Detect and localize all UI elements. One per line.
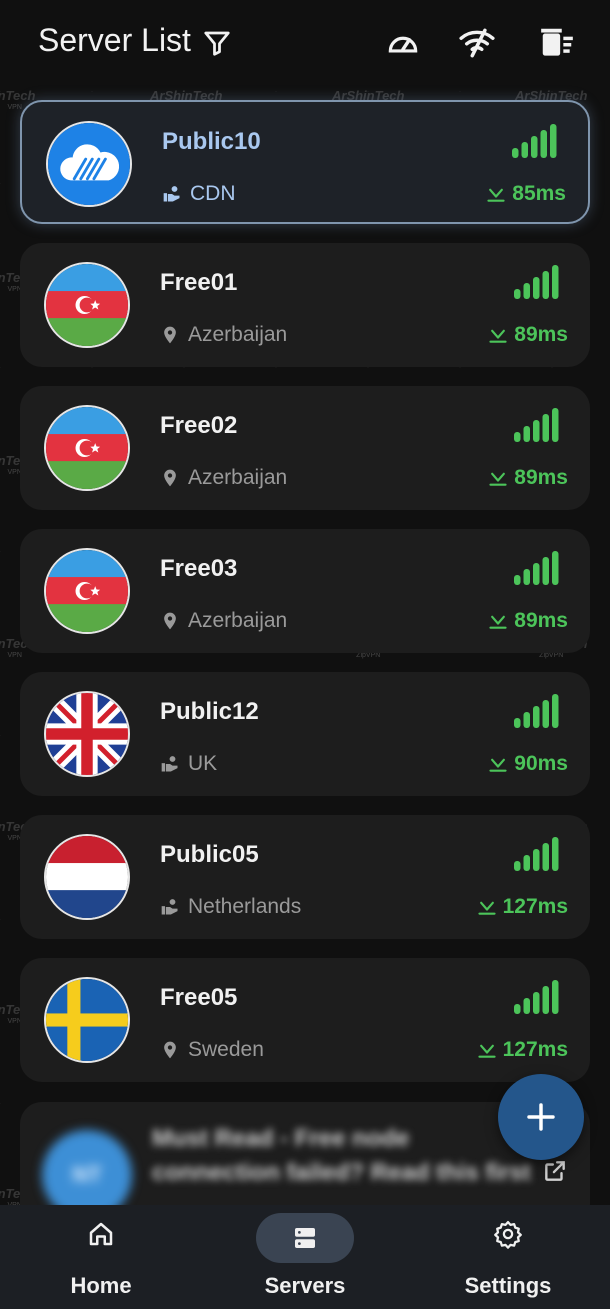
filter-icon[interactable] <box>202 28 232 58</box>
server-card-public12[interactable]: Public12 UK 90ms <box>20 672 590 796</box>
ping-arrow-icon <box>488 325 508 345</box>
server-ping: 89ms <box>488 323 568 347</box>
server-card-public05[interactable]: Public05 Netherlands 127ms <box>20 815 590 939</box>
azerbaijan-flag-icon <box>44 548 130 634</box>
server-location: UK <box>160 752 217 776</box>
uk-flag-icon <box>44 691 130 777</box>
gear-icon <box>493 1219 523 1249</box>
nav-servers-label: Servers <box>264 1273 346 1298</box>
azerbaijan-flag-icon <box>44 262 130 348</box>
server-card-public10[interactable]: Public10 CDN 85ms <box>20 100 590 224</box>
server-ping: 127ms <box>477 895 568 919</box>
server-ping: 85ms <box>486 182 566 206</box>
ping-arrow-icon <box>488 468 508 488</box>
server-name: Free03 <box>160 555 238 582</box>
servers-icon <box>290 1223 320 1253</box>
server-location-label: UK <box>188 752 218 775</box>
server-ping-value: 127ms <box>502 1038 568 1061</box>
server-ping: 89ms <box>488 609 568 633</box>
server-name: Free02 <box>160 412 238 439</box>
nav-home[interactable]: Home <box>21 1205 181 1309</box>
cloud-flag-icon <box>46 121 132 207</box>
ping-arrow-icon <box>477 1040 497 1060</box>
sweden-flag-icon <box>44 977 130 1063</box>
ping-arrow-icon <box>488 611 508 631</box>
server-ping-value: 85ms <box>512 182 566 205</box>
delete-sweep-icon <box>541 28 573 56</box>
server-card-free03[interactable]: Free03 Azerbaijan 89ms <box>20 529 590 653</box>
server-name: Public12 <box>160 698 259 725</box>
ping-arrow-icon <box>477 897 497 917</box>
server-ping: 127ms <box>477 1038 568 1062</box>
server-location-label: Azerbaijan <box>188 609 288 632</box>
ping-arrow-icon <box>486 184 506 204</box>
signal-strength-icon <box>514 408 560 442</box>
cdn-icon <box>160 754 180 774</box>
nav-servers[interactable]: Servers <box>225 1205 385 1309</box>
signal-strength-icon <box>514 551 560 585</box>
cdn-icon <box>162 184 182 204</box>
server-ping-value: 89ms <box>514 323 568 346</box>
bottom-navigation: Home Servers Settings <box>0 1205 610 1309</box>
server-location-label: Sweden <box>188 1038 264 1061</box>
nav-settings[interactable]: Settings <box>428 1205 588 1309</box>
server-location: Sweden <box>160 1038 264 1062</box>
signal-strength-icon <box>512 124 558 158</box>
signal-strength-icon <box>514 980 560 1014</box>
server-location: Azerbaijan <box>160 609 287 633</box>
signal-strength-icon <box>514 694 560 728</box>
location-pin-icon <box>160 611 180 631</box>
server-ping-value: 89ms <box>514 609 568 632</box>
server-location: CDN <box>162 182 236 206</box>
server-location: Azerbaijan <box>160 323 287 347</box>
server-ping-value: 89ms <box>514 466 568 489</box>
ping-arrow-icon <box>488 754 508 774</box>
server-card-free02[interactable]: Free02 Azerbaijan 89ms <box>20 386 590 510</box>
wifi-check-button[interactable] <box>458 24 496 62</box>
server-name: Free01 <box>160 269 238 296</box>
announcement-text: Must Read - Free node connection failed?… <box>152 1125 531 1186</box>
open-external-icon[interactable] <box>542 1158 568 1184</box>
signal-strength-icon <box>514 837 560 871</box>
page-title: Server List <box>38 22 191 58</box>
app-header: Server List <box>0 0 610 88</box>
nav-settings-label: Settings <box>464 1273 552 1298</box>
server-location-label: Netherlands <box>188 895 302 918</box>
clear-list-button[interactable] <box>538 24 576 62</box>
server-name: Public10 <box>162 128 261 155</box>
server-name: Free05 <box>160 984 238 1011</box>
add-server-button[interactable] <box>498 1074 584 1160</box>
server-location: Azerbaijan <box>160 466 287 490</box>
server-ping: 89ms <box>488 466 568 490</box>
server-location-label: Azerbaijan <box>188 323 288 346</box>
location-pin-icon <box>160 1040 180 1060</box>
cdn-icon <box>160 897 180 917</box>
server-name: Public05 <box>160 841 259 868</box>
signal-strength-icon <box>514 265 560 299</box>
server-card-free05[interactable]: Free05 Sweden 127ms <box>20 958 590 1082</box>
wifi-off-icon <box>459 28 495 58</box>
home-icon <box>86 1219 116 1249</box>
server-ping-value: 127ms <box>502 895 568 918</box>
location-pin-icon <box>160 325 180 345</box>
server-ping: 90ms <box>488 752 568 776</box>
server-location: Netherlands <box>160 895 301 919</box>
azerbaijan-flag-icon <box>44 405 130 491</box>
server-card-free01[interactable]: Free01 Azerbaijan 89ms <box>20 243 590 367</box>
speedometer-icon <box>388 36 418 53</box>
plus-icon <box>527 1103 555 1131</box>
speed-test-button[interactable] <box>384 24 422 62</box>
location-pin-icon <box>160 468 180 488</box>
nav-home-label: Home <box>70 1273 132 1298</box>
netherlands-flag-icon <box>44 834 130 920</box>
server-ping-value: 90ms <box>514 752 568 775</box>
server-location-label: CDN <box>190 182 236 205</box>
server-location-label: Azerbaijan <box>188 466 288 489</box>
